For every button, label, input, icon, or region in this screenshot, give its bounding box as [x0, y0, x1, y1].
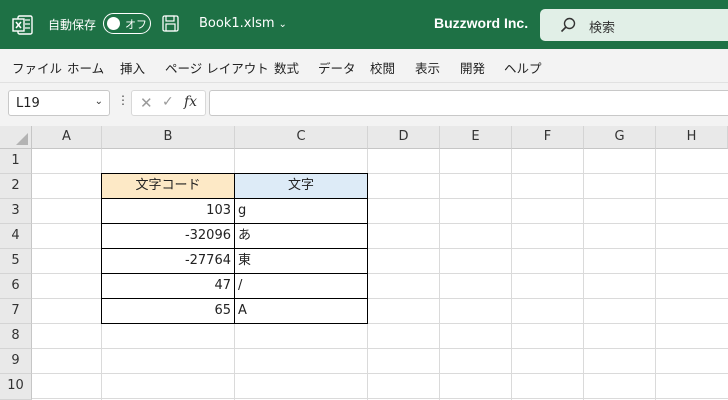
cell-c2-header[interactable]: 文字 [235, 174, 367, 199]
select-all-button[interactable] [0, 126, 32, 149]
cell-c7[interactable]: A [235, 299, 367, 324]
column-header-e[interactable]: E [440, 126, 512, 149]
autosave-label: 自動保存 [48, 18, 97, 32]
tab-insert[interactable]: 挿入 [120, 58, 145, 77]
search-box[interactable]: 検索 [540, 9, 728, 41]
column-header-h[interactable]: H [656, 126, 728, 149]
cell-c6[interactable]: / [235, 274, 367, 299]
save-icon[interactable] [162, 15, 179, 32]
grid-line [32, 373, 728, 374]
cell-b4[interactable]: -32096 [102, 224, 234, 249]
row-header-5[interactable]: 5 [0, 249, 32, 274]
tab-page-layout[interactable]: ページ レイアウト [165, 58, 269, 77]
cell-b3[interactable]: 103 [102, 199, 234, 224]
cell-c5[interactable]: 東 [235, 249, 367, 274]
formula-bar: L19 ⌄ ⋮ ✕ ✓ fx [0, 83, 728, 126]
row-header-6[interactable]: 6 [0, 274, 32, 299]
cell-c3[interactable]: g [235, 199, 367, 224]
more-options-icon[interactable]: ⋮ [117, 93, 129, 107]
column-header-d[interactable]: D [368, 126, 440, 149]
column-header-a[interactable]: A [32, 126, 102, 149]
formula-buttons: ✕ ✓ fx [131, 90, 206, 116]
cell-b2-header[interactable]: 文字コード [102, 174, 234, 199]
worksheet-grid[interactable]: A B C D E F G H 1 2 3 4 5 6 7 8 9 10 文字コ… [0, 126, 728, 400]
cell-c4[interactable]: あ [235, 224, 367, 249]
tab-file[interactable]: ファイル [12, 58, 62, 77]
name-box-value: L19 [16, 96, 40, 111]
tab-data[interactable]: データ [318, 58, 356, 77]
search-icon [560, 17, 576, 33]
ribbon-tabs: ファイル ホーム 挿入 ページ レイアウト 数式 データ 校閲 表示 開発 ヘル… [0, 49, 728, 83]
enter-icon[interactable]: ✓ [162, 94, 174, 110]
chevron-down-icon: ⌄ [278, 19, 287, 30]
tab-view[interactable]: 表示 [415, 58, 440, 77]
tab-formulas[interactable]: 数式 [274, 58, 299, 77]
grid-line [32, 348, 728, 349]
cell-b6[interactable]: 47 [102, 274, 234, 299]
autosave-toggle[interactable]: オフ [103, 13, 151, 34]
row-header-9[interactable]: 9 [0, 349, 32, 374]
tab-review[interactable]: 校閲 [370, 58, 395, 77]
row-header-3[interactable]: 3 [0, 199, 32, 224]
grid-line [439, 149, 440, 400]
insert-function-icon[interactable]: fx [184, 94, 197, 110]
column-header-b[interactable]: B [102, 126, 235, 149]
grid-line [583, 149, 584, 400]
tab-developer[interactable]: 開発 [460, 58, 485, 77]
cell-b5[interactable]: -27764 [102, 249, 234, 274]
column-header-f[interactable]: F [512, 126, 584, 149]
tab-home[interactable]: ホーム [67, 58, 104, 77]
formula-input[interactable] [209, 90, 728, 116]
company-name: Buzzword Inc. [434, 15, 529, 31]
table-border [367, 173, 368, 324]
tab-help[interactable]: ヘルプ [504, 58, 542, 77]
column-header-c[interactable]: C [235, 126, 368, 149]
row-header-7[interactable]: 7 [0, 299, 32, 324]
cell-b7[interactable]: 65 [102, 299, 234, 324]
row-header-2[interactable]: 2 [0, 174, 32, 199]
grid-line [32, 398, 728, 399]
row-header-4[interactable]: 4 [0, 224, 32, 249]
filename-text: Book1.xlsm [199, 16, 275, 31]
name-box[interactable]: L19 ⌄ [8, 90, 110, 116]
toggle-state-label: オフ [125, 18, 147, 31]
cancel-icon[interactable]: ✕ [140, 94, 153, 112]
filename-dropdown[interactable]: Book1.xlsm ⌄ [199, 16, 287, 31]
chevron-down-icon: ⌄ [94, 96, 103, 107]
title-bar: 自動保存 オフ Book1.xlsm ⌄ Buzzword Inc. 検索 [0, 0, 728, 49]
row-header-10[interactable]: 10 [0, 374, 32, 400]
table-border [101, 173, 102, 324]
select-all-icon [16, 133, 28, 145]
grid-line [655, 149, 656, 400]
excel-app-icon[interactable] [12, 14, 34, 36]
column-header-g[interactable]: G [584, 126, 656, 149]
row-header-1[interactable]: 1 [0, 149, 32, 174]
toggle-knob [107, 17, 120, 30]
grid-line [511, 149, 512, 400]
search-placeholder: 検索 [589, 21, 616, 36]
table-border [234, 173, 235, 324]
row-header-8[interactable]: 8 [0, 324, 32, 349]
